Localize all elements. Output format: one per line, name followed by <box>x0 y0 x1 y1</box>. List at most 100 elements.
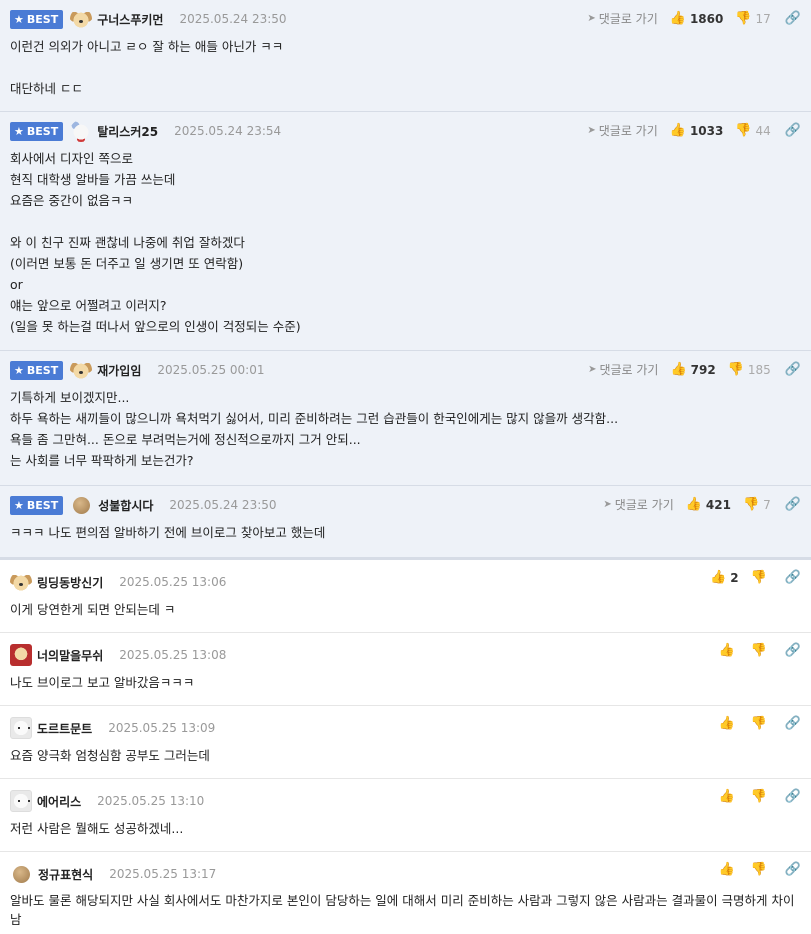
go-to-reply-link[interactable]: ➤ 댓글로 가기 <box>603 496 673 513</box>
best-comment: ★ BEST 성불합시다 2025.05.24 23:50 ➤ 댓글로 가기 👍 42… <box>0 486 811 558</box>
nickname[interactable]: 정규표현식 <box>38 866 93 883</box>
thumbs-up-icon: 👍 <box>718 862 735 877</box>
star-icon: ★ <box>14 124 24 138</box>
thumbs-up-icon: 👍 <box>670 362 687 377</box>
nickname[interactable]: 구너스푸키먼 <box>97 11 163 28</box>
dislike-button[interactable]: 👎 <box>751 862 771 877</box>
like-button[interactable]: 👍 792 <box>670 362 715 377</box>
arrow-icon: ➤ <box>588 364 597 375</box>
link-icon: 🔗 <box>784 570 801 585</box>
share-button[interactable]: 🔗 <box>785 570 801 585</box>
nickname[interactable]: 재가입임 <box>97 362 141 379</box>
dislike-button[interactable]: 👎 7 <box>743 497 771 512</box>
share-button[interactable]: 🔗 <box>785 789 801 804</box>
share-button[interactable]: 🔗 <box>785 362 801 377</box>
comment-date: 2025.05.25 13:17 <box>109 867 217 881</box>
avatar[interactable] <box>10 644 32 666</box>
share-button[interactable]: 🔗 <box>785 123 801 138</box>
dislike-button[interactable]: 👎 <box>751 643 771 658</box>
comment-date: 2025.05.25 13:08 <box>119 648 227 662</box>
link-icon: 🔗 <box>784 497 801 512</box>
thumbs-up-icon: 👍 <box>669 123 686 138</box>
like-button[interactable]: 👍 2 <box>710 570 739 585</box>
best-badge: ★ BEST <box>10 9 64 29</box>
link-icon: 🔗 <box>784 862 801 877</box>
thumbs-down-icon: 👎 <box>742 497 760 512</box>
avatar[interactable] <box>10 790 32 812</box>
like-button[interactable]: 👍 <box>718 643 738 658</box>
comment-text: 이런건 의외가 아니고 ㄹㅇ 잘 하는 애들 아닌가 ㅋㅋ 대단하네 ㄷㄷ <box>10 39 284 96</box>
nickname[interactable]: 에어리스 <box>37 793 81 810</box>
comment-date: 2025.05.24 23:54 <box>174 124 282 138</box>
comment: 정규표현식 2025.05.25 13:17 👍 👎 🔗 알바도 물론 해당되지… <box>0 852 811 934</box>
avatar[interactable] <box>10 571 32 593</box>
thumbs-up-icon: 👍 <box>685 497 702 512</box>
thumbs-down-icon: 👎 <box>727 362 744 377</box>
comment-date: 2025.05.24 23:50 <box>169 498 277 512</box>
thumbs-down-icon: 👎 <box>735 11 752 26</box>
avatar[interactable] <box>70 8 93 30</box>
dislike-button[interactable]: 👎 44 <box>735 123 770 138</box>
share-button[interactable]: 🔗 <box>785 11 801 26</box>
like-button[interactable]: 👍 <box>718 862 738 877</box>
nickname[interactable]: 탈리스커25 <box>97 123 158 140</box>
dislike-button[interactable]: 👎 17 <box>735 11 770 26</box>
arrow-icon: ➤ <box>603 499 612 510</box>
comment-date: 2025.05.25 13:10 <box>97 794 205 808</box>
comment-text: 나도 브이로그 보고 알바갔음ㅋㅋㅋ <box>10 675 195 690</box>
nickname[interactable]: 너의말을무쉬 <box>37 647 103 664</box>
avatar[interactable] <box>70 120 93 142</box>
share-button[interactable]: 🔗 <box>785 716 801 731</box>
nickname[interactable]: 도르트문트 <box>37 720 92 737</box>
like-button[interactable]: 👍 421 <box>686 497 731 512</box>
thumbs-up-icon: 👍 <box>718 643 735 658</box>
comment: 링딩동방신기 2025.05.25 13:06 👍 2 👎 🔗 이게 당연한게 되… <box>0 560 811 633</box>
go-to-reply-link[interactable]: ➤ 댓글로 가기 <box>587 10 657 27</box>
thumbs-up-icon: 👍 <box>710 570 727 585</box>
dislike-button[interactable]: 👎 <box>751 570 771 585</box>
avatar[interactable] <box>13 865 30 883</box>
avatar[interactable] <box>73 496 91 514</box>
like-button[interactable]: 👍 1033 <box>670 123 724 138</box>
comment: 에어리스 2025.05.25 13:10 👍 👎 🔗 저런 사람은 뭘해도 성… <box>0 779 811 852</box>
go-to-reply-link[interactable]: ➤ 댓글로 가기 <box>588 361 658 378</box>
thumbs-down-icon: 👎 <box>750 716 767 731</box>
comment: 도르트문트 2025.05.25 13:09 👍 👎 🔗 요즘 양극화 엄청심함… <box>0 706 811 779</box>
best-badge: ★ BEST <box>10 495 64 515</box>
like-button[interactable]: 👍 <box>718 789 738 804</box>
link-icon: 🔗 <box>784 789 801 804</box>
share-button[interactable]: 🔗 <box>785 497 801 512</box>
dislike-button[interactable]: 👎 <box>751 716 771 731</box>
best-comment: ★ BEST 탈리스커25 2025.05.24 23:54 ➤ 댓글로 가기 👍 1… <box>0 112 811 351</box>
comment-date: 2025.05.25 13:06 <box>119 575 227 589</box>
thumbs-down-icon: 👎 <box>750 643 767 658</box>
thumbs-up-icon: 👍 <box>718 789 735 804</box>
comment-date: 2025.05.25 00:01 <box>157 363 265 377</box>
thumbs-down-icon: 👎 <box>750 862 767 877</box>
thumbs-up-icon: 👍 <box>718 716 735 731</box>
link-icon: 🔗 <box>784 716 801 731</box>
share-button[interactable]: 🔗 <box>785 643 801 658</box>
nickname[interactable]: 성불합시다 <box>98 497 153 514</box>
link-icon: 🔗 <box>784 362 801 377</box>
like-button[interactable]: 👍 <box>718 716 738 731</box>
comment-text: 기특하게 보이겠지만... 하두 욕하는 새끼들이 많으니까 욕처먹기 싫어서,… <box>10 390 619 468</box>
share-button[interactable]: 🔗 <box>785 862 801 877</box>
link-icon: 🔗 <box>784 643 801 658</box>
avatar[interactable] <box>70 359 93 381</box>
like-button[interactable]: 👍 1860 <box>670 11 724 26</box>
comment-text: 저런 사람은 뭘해도 성공하겠네... <box>10 821 184 836</box>
nickname[interactable]: 링딩동방신기 <box>37 574 103 591</box>
best-badge: ★ BEST <box>10 121 64 141</box>
comment-text: 요즘 양극화 엄청심함 공부도 그러는데 <box>10 748 210 763</box>
dislike-button[interactable]: 👎 <box>751 789 771 804</box>
dislike-button[interactable]: 👎 185 <box>728 362 771 377</box>
avatar[interactable] <box>10 717 32 739</box>
arrow-icon: ➤ <box>587 13 596 24</box>
comment-text: 이게 당연한게 되면 안되는데 ㅋ <box>10 602 176 617</box>
comment-text: 알바도 물론 해당되지만 사실 회사에서도 마찬가지로 본인이 담당하는 일에 … <box>10 893 795 927</box>
thumbs-down-icon: 👎 <box>750 789 767 804</box>
go-to-reply-link[interactable]: ➤ 댓글로 가기 <box>587 122 657 139</box>
thumbs-up-icon: 👍 <box>669 11 686 26</box>
link-icon: 🔗 <box>784 11 801 26</box>
